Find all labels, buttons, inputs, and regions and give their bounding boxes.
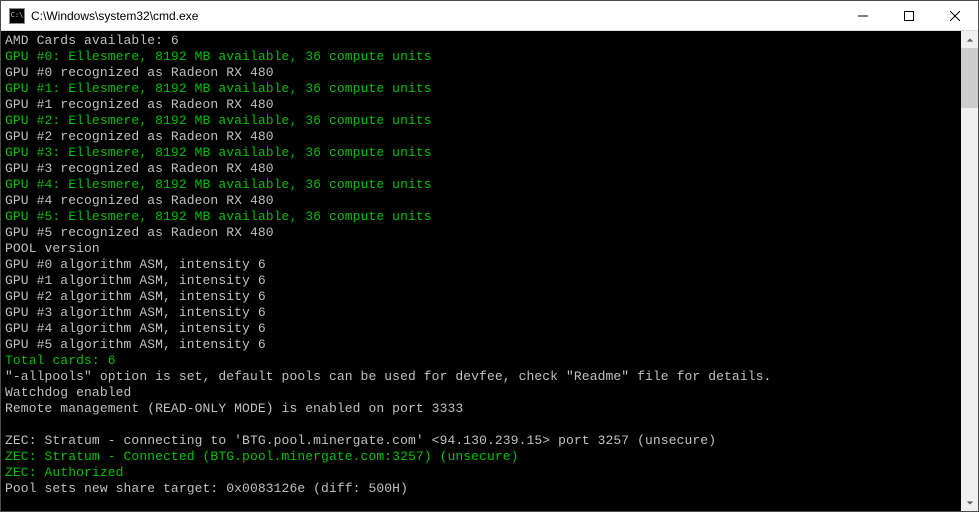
scroll-thumb[interactable] <box>961 48 978 108</box>
terminal-line: GPU #3: Ellesmere, 8192 MB available, 36… <box>5 145 957 161</box>
terminal-line: GPU #3 recognized as Radeon RX 480 <box>5 161 957 177</box>
terminal-line: GPU #1 recognized as Radeon RX 480 <box>5 97 957 113</box>
terminal-line: GPU #2 algorithm ASM, intensity 6 <box>5 289 957 305</box>
window-title: C:\Windows\system32\cmd.exe <box>31 9 198 23</box>
terminal-line: GPU #0 algorithm ASM, intensity 6 <box>5 257 957 273</box>
cmd-window: C:\ C:\Windows\system32\cmd.exe AMD Card… <box>0 0 979 512</box>
titlebar[interactable]: C:\ C:\Windows\system32\cmd.exe <box>1 1 978 31</box>
close-button[interactable] <box>932 1 978 30</box>
terminal-line: ZEC: Stratum - Connected (BTG.pool.miner… <box>5 449 957 465</box>
maximize-button[interactable] <box>886 1 932 30</box>
terminal-line: GPU #0 recognized as Radeon RX 480 <box>5 65 957 81</box>
terminal-line: ZEC: Authorized <box>5 465 957 481</box>
chevron-up-icon <box>966 36 974 44</box>
scroll-up-button[interactable] <box>961 31 978 48</box>
terminal-line: GPU #4: Ellesmere, 8192 MB available, 36… <box>5 177 957 193</box>
terminal-line: GPU #4 recognized as Radeon RX 480 <box>5 193 957 209</box>
minimize-button[interactable] <box>840 1 886 30</box>
terminal-line: GPU #0: Ellesmere, 8192 MB available, 36… <box>5 49 957 65</box>
close-icon <box>950 11 960 21</box>
terminal-line <box>5 417 957 433</box>
terminal-line: Pool sets new share target: 0x0083126e (… <box>5 481 957 497</box>
terminal-line: GPU #5 recognized as Radeon RX 480 <box>5 225 957 241</box>
chevron-down-icon <box>966 499 974 507</box>
terminal-line: Total cards: 6 <box>5 353 957 369</box>
scrollbar[interactable] <box>961 31 978 511</box>
terminal-output[interactable]: AMD Cards available: 6GPU #0: Ellesmere,… <box>1 31 961 511</box>
terminal-line: GPU #4 algorithm ASM, intensity 6 <box>5 321 957 337</box>
terminal-line: POOL version <box>5 241 957 257</box>
terminal-line: GPU #5 algorithm ASM, intensity 6 <box>5 337 957 353</box>
terminal-line: GPU #5: Ellesmere, 8192 MB available, 36… <box>5 209 957 225</box>
terminal-line: GPU #2 recognized as Radeon RX 480 <box>5 129 957 145</box>
terminal-line: GPU #3 algorithm ASM, intensity 6 <box>5 305 957 321</box>
terminal-line: Remote management (READ-ONLY MODE) is en… <box>5 401 957 417</box>
terminal-line: GPU #1: Ellesmere, 8192 MB available, 36… <box>5 81 957 97</box>
minimize-icon <box>858 11 868 21</box>
terminal-line: ZEC: Stratum - connecting to 'BTG.pool.m… <box>5 433 957 449</box>
terminal-line: "-allpools" option is set, default pools… <box>5 369 957 385</box>
terminal-line: AMD Cards available: 6 <box>5 33 957 49</box>
terminal-line: GPU #2: Ellesmere, 8192 MB available, 36… <box>5 113 957 129</box>
maximize-icon <box>904 11 914 21</box>
cmd-icon: C:\ <box>9 8 25 24</box>
scroll-down-button[interactable] <box>961 494 978 511</box>
terminal-line: GPU #1 algorithm ASM, intensity 6 <box>5 273 957 289</box>
terminal-line: Watchdog enabled <box>5 385 957 401</box>
scroll-track[interactable] <box>961 48 978 494</box>
